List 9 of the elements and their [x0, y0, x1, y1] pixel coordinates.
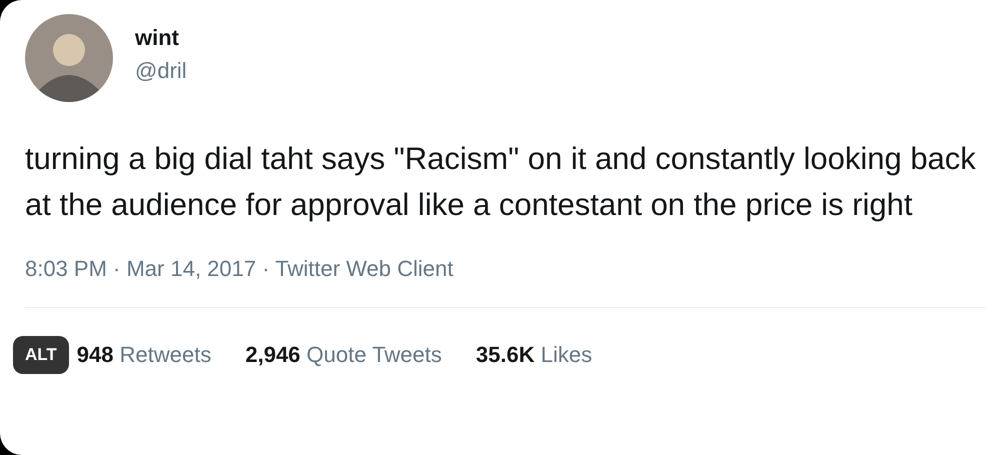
stat-link[interactable]: 948 Retweets	[76, 338, 212, 372]
tweet-text: turning a big dial taht says "Racism" on it and constantly looking back at the audience for approval like a contestant on the price is right	[25, 140, 977, 224]
tweet-timestamp[interactable]: 8:03 PM · Mar 14, 2017 · Twitter Web Client	[25, 252, 454, 285]
stat-link[interactable]: 2,946 Quote Tweets	[245, 338, 442, 372]
display-name[interactable]: wint	[135, 24, 187, 51]
stat-link[interactable]: 35.6K Likes	[476, 338, 592, 372]
user-handle[interactable]: @dril	[135, 57, 187, 84]
avatar[interactable]	[25, 14, 113, 102]
alt-badge[interactable]: ALT	[13, 336, 69, 374]
